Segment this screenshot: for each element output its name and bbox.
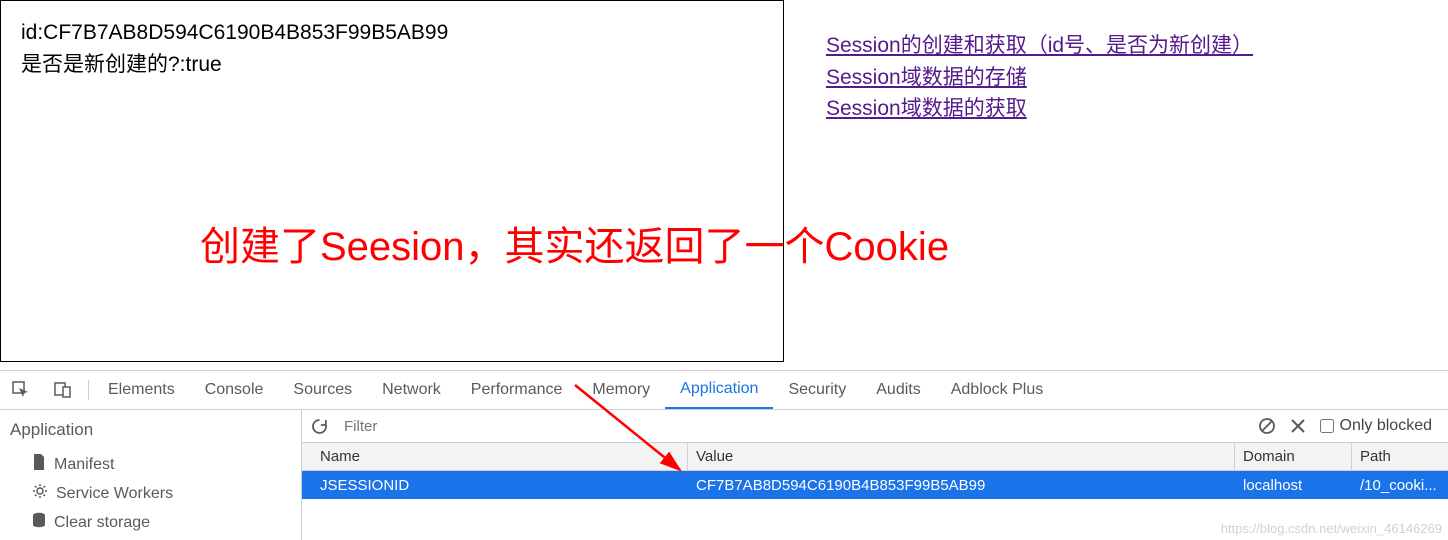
sidebar-item-label: Service Workers [56, 485, 173, 503]
annotation-text: 创建了Seesion，其实还返回了一个Cookie [200, 214, 949, 272]
file-icon [32, 454, 46, 475]
delete-icon[interactable] [1290, 418, 1306, 434]
only-blocked-input[interactable] [1320, 419, 1334, 433]
reload-icon[interactable] [310, 417, 328, 435]
tab-network[interactable]: Network [367, 371, 456, 409]
tab-application[interactable]: Application [665, 371, 773, 409]
iframe-result-panel: id:CF7B7AB8D594C6190B4B853F99B5AB99 是否是新… [0, 0, 784, 362]
filter-bar: Only blocked [302, 410, 1448, 443]
link-session-create[interactable]: Session的创建和获取（id号、是否为新创建） [826, 30, 1253, 62]
cell-domain: localhost [1235, 477, 1351, 494]
device-toggle-icon[interactable] [42, 371, 84, 409]
links-panel: Session的创建和获取（id号、是否为新创建） Session域数据的存储 … [784, 0, 1253, 370]
col-header-name[interactable]: Name [302, 448, 687, 465]
sidebar-item-manifest[interactable]: Manifest [10, 450, 301, 479]
sidebar-item-label: Manifest [54, 456, 114, 474]
tab-security[interactable]: Security [773, 371, 861, 409]
col-header-domain[interactable]: Domain [1235, 448, 1351, 465]
sidebar-heading-application: Application [10, 418, 301, 450]
gear-icon [32, 483, 48, 504]
only-blocked-label: Only blocked [1340, 417, 1433, 435]
table-row[interactable]: JSESSIONID CF7B7AB8D594C6190B4B853F99B5A… [302, 471, 1448, 499]
clear-all-icon[interactable] [1258, 417, 1276, 435]
session-id-text: id:CF7B7AB8D594C6190B4B853F99B5AB99 [21, 17, 763, 49]
link-session-get[interactable]: Session域数据的获取 [826, 93, 1253, 125]
link-session-store[interactable]: Session域数据的存储 [826, 62, 1253, 94]
sidebar-item-service-workers[interactable]: Service Workers [10, 479, 301, 508]
devtools-tab-bar: Elements Console Sources Network Perform… [0, 371, 1448, 410]
tab-memory[interactable]: Memory [577, 371, 665, 409]
only-blocked-checkbox[interactable]: Only blocked [1320, 417, 1433, 435]
filter-input[interactable] [338, 414, 1248, 439]
storage-icon [32, 512, 46, 533]
devtools-panel: Elements Console Sources Network Perform… [0, 370, 1448, 540]
cell-name: JSESSIONID [302, 477, 687, 494]
session-isnew-text: 是否是新创建的?:true [21, 49, 763, 81]
separator [88, 380, 89, 400]
sidebar-item-clear-storage[interactable]: Clear storage [10, 508, 301, 537]
cookies-table-header: Name Value Domain Path [302, 443, 1448, 471]
cell-value: CF7B7AB8D594C6190B4B853F99B5AB99 [688, 477, 1234, 494]
col-header-value[interactable]: Value [688, 448, 1234, 465]
application-sidebar: Application Manifest Service Workers Cle… [0, 410, 302, 540]
inspect-icon[interactable] [0, 371, 42, 409]
watermark-text: https://blog.csdn.net/weixin_46146269 [1221, 521, 1442, 536]
sidebar-item-label: Clear storage [54, 514, 150, 532]
tab-console[interactable]: Console [190, 371, 279, 409]
tab-sources[interactable]: Sources [278, 371, 367, 409]
tab-performance[interactable]: Performance [456, 371, 578, 409]
cell-path: /10_cooki... [1352, 477, 1448, 494]
tab-elements[interactable]: Elements [93, 371, 190, 409]
tab-adblock-plus[interactable]: Adblock Plus [936, 371, 1059, 409]
tab-audits[interactable]: Audits [861, 371, 935, 409]
col-header-path[interactable]: Path [1352, 448, 1448, 465]
